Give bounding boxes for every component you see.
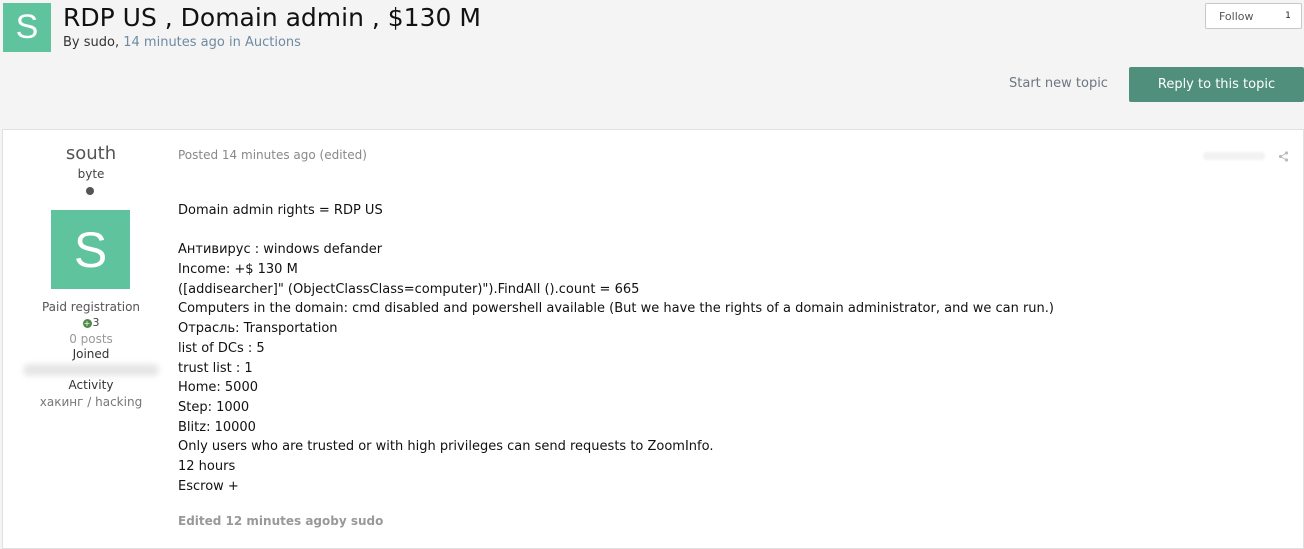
author-reputation: +3 [3, 316, 179, 329]
author-activity-value: хакинг / hacking [39, 395, 143, 409]
topic-byline: By sudo, 14 minutes ago in Auctions [63, 35, 301, 50]
byline-time: 14 minutes ago in [123, 35, 241, 50]
post-line: Only users who are trusted or with high … [178, 439, 714, 455]
author-name[interactable]: south [3, 143, 179, 164]
post-meta: Posted 14 minutes ago (edited) [178, 148, 367, 162]
post-container: south byte S Paid registration +3 0 post… [2, 129, 1304, 549]
post-line: Blitz: 10000 [178, 419, 256, 435]
author-rank: byte [77, 167, 105, 181]
page-title: RDP US , Domain admin , $130 M [63, 3, 481, 32]
online-status-dot [86, 187, 94, 195]
share-icon[interactable] [1278, 151, 1289, 162]
author-joined-label: Joined [72, 347, 110, 361]
post-line: Антивирус : windows defander [178, 242, 383, 258]
post-meta-faded [1203, 152, 1265, 160]
author-avatar[interactable]: S [51, 210, 130, 289]
reputation-value: 3 [92, 316, 100, 329]
post-line: Escrow + [178, 478, 239, 494]
post-line: Step: 1000 [178, 399, 250, 415]
post-line: Отрасль: Transportation [178, 321, 338, 337]
follow-count: 1 [1285, 11, 1291, 21]
author-post-count: 0 posts [69, 332, 113, 346]
post-line: 12 hours [178, 458, 236, 474]
reputation-plus-icon: + [82, 319, 92, 328]
post-line: ([addisearcher]" (ObjectClassClass=compu… [178, 281, 640, 297]
start-new-topic-link[interactable]: Start new topic [1009, 76, 1108, 91]
follow-label: Follow [1219, 9, 1254, 23]
topic-author-avatar[interactable]: S [3, 3, 51, 52]
post-line: Computers in the domain: cmd disabled an… [178, 301, 1054, 317]
post-line: Income: +$ 130 M [178, 262, 298, 278]
post-line: trust list : 1 [178, 360, 253, 376]
byline-author[interactable]: By sudo, [63, 35, 119, 50]
byline-forum-link[interactable]: Auctions [245, 35, 301, 50]
post-content: Domain admin rights = RDP US Антивирус :… [178, 201, 1054, 496]
post-line: list of DCs : 5 [178, 340, 265, 356]
follow-button[interactable]: Follow 1 [1205, 3, 1302, 29]
post-line: Domain admin rights = RDP US [178, 203, 383, 218]
author-joined-value-blurred [23, 364, 159, 376]
edited-note: Edited 12 minutes agoby sudo [178, 514, 384, 528]
author-group: Paid registration [41, 300, 141, 314]
post-line: Home: 5000 [178, 380, 258, 396]
author-activity-label: Activity [68, 378, 114, 392]
post-line-gap [178, 221, 1054, 241]
reply-to-topic-button[interactable]: Reply to this topic [1129, 67, 1304, 102]
